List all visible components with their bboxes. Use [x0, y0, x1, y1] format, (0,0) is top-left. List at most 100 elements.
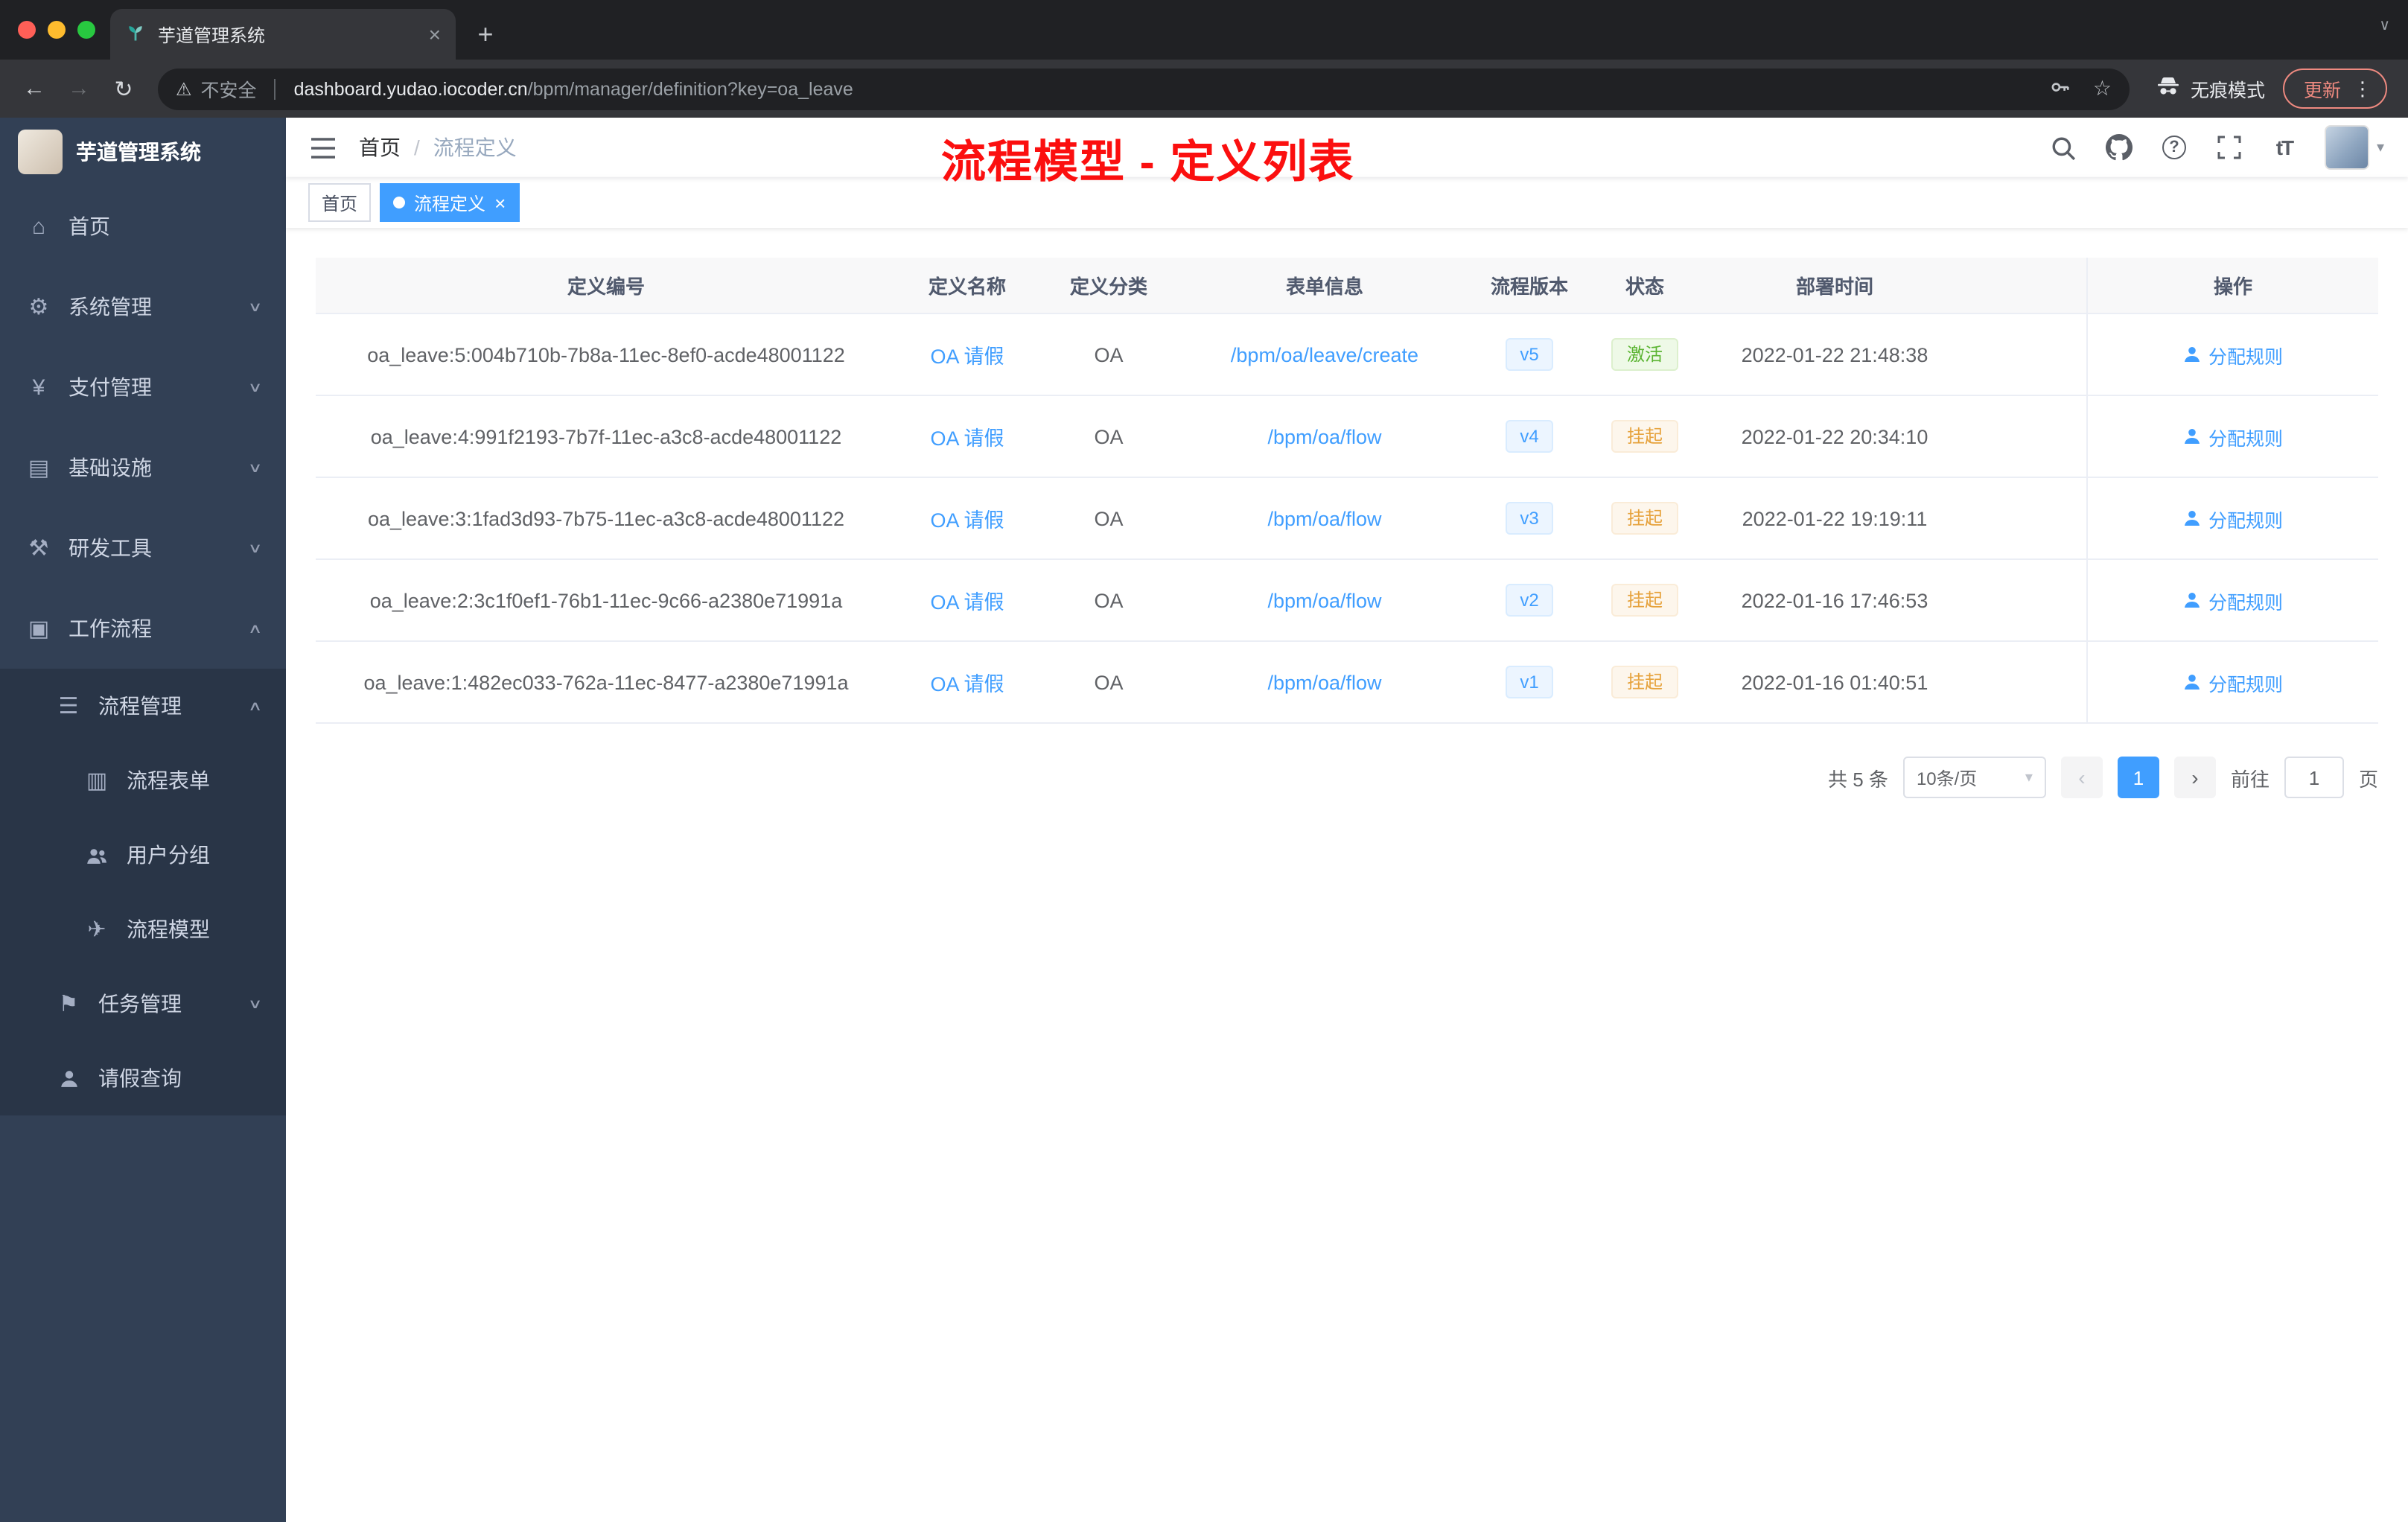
help-icon[interactable]: ?: [2159, 133, 2189, 162]
assign-rule-button[interactable]: 分配规则: [2183, 586, 2283, 614]
browser-menu-icon[interactable]: ⋮: [2353, 77, 2372, 101]
sidebar-logo[interactable]: 芋道管理系统: [0, 118, 286, 186]
table-row: oa_leave:3:1fad3d93-7b75-11ec-a3c8-acde4…: [316, 478, 2378, 560]
sidebar-item-process-management[interactable]: ☰ 流程管理 ∧: [0, 669, 286, 743]
new-tab-button[interactable]: +: [465, 13, 506, 55]
definition-id: oa_leave:4:991f2193-7b7f-11ec-a3c8-acde4…: [370, 425, 842, 448]
reload-button[interactable]: ↻: [104, 69, 143, 108]
maximize-window-button[interactable]: [77, 21, 95, 39]
status-badge: 挂起: [1611, 666, 1678, 698]
back-button[interactable]: ←: [15, 69, 54, 108]
assign-rule-button[interactable]: 分配规则: [2183, 668, 2283, 696]
column-header: 部署时间: [1795, 276, 1873, 298]
sidebar-item-label: 基础设施: [69, 456, 152, 480]
sidebar-item-process-form[interactable]: ▥ 流程表单: [0, 743, 286, 818]
address-bar[interactable]: ⚠ 不安全 dashboard.yudao.iocoder.cn/bpm/man…: [158, 68, 2130, 109]
user-avatar-menu[interactable]: ▾: [2324, 125, 2384, 170]
form-link[interactable]: /bpm/oa/leave/create: [1231, 343, 1418, 366]
incognito-icon: [2156, 74, 2180, 103]
sidebar-item-label: 首页: [69, 214, 110, 238]
definition-name-link[interactable]: OA 请假: [930, 591, 1004, 614]
sidebar-item-home[interactable]: ⌂ 首页: [0, 186, 286, 267]
tab-close-icon[interactable]: ×: [429, 22, 441, 46]
tab-search-icon[interactable]: ∨: [2379, 18, 2390, 34]
yen-icon: ¥: [32, 375, 45, 400]
bookmark-star-icon[interactable]: ☆: [2093, 76, 2112, 101]
definition-name-link[interactable]: OA 请假: [930, 509, 1004, 532]
table-row: oa_leave:4:991f2193-7b7f-11ec-a3c8-acde4…: [316, 396, 2378, 478]
assign-rule-button[interactable]: 分配规则: [2183, 504, 2283, 532]
next-page-button[interactable]: ›: [2173, 757, 2216, 798]
definition-name-link[interactable]: OA 请假: [930, 427, 1004, 450]
definition-name-link[interactable]: OA 请假: [930, 673, 1004, 695]
breadcrumb-home[interactable]: 首页: [359, 133, 401, 162]
sidebar-item-label: 流程管理: [98, 694, 182, 718]
breadcrumb-separator: /: [414, 136, 420, 159]
column-header: 定义分类: [1069, 276, 1147, 298]
sidebar-item-label: 流程模型: [127, 917, 210, 941]
security-warning-icon: ⚠: [176, 78, 192, 99]
fixed-column-divider: [1969, 560, 2088, 640]
collapse-sidebar-icon[interactable]: [310, 136, 337, 159]
column-header: 流程版本: [1490, 276, 1568, 298]
definition-id: oa_leave:3:1fad3d93-7b75-11ec-a3c8-acde4…: [367, 507, 844, 529]
sidebar-item-devtools[interactable]: ⚒ 研发工具 ∨: [0, 508, 286, 588]
font-size-icon[interactable]: tT: [2270, 133, 2299, 162]
sidebar-item-infrastructure[interactable]: ▤ 基础设施 ∨: [0, 427, 286, 508]
page-number-button[interactable]: 1: [2117, 757, 2159, 798]
github-icon[interactable]: [2104, 133, 2134, 162]
pagination-total: 共 5 条: [1828, 768, 1888, 790]
sidebar-item-process-model[interactable]: ✈ 流程模型: [0, 892, 286, 967]
definition-category: OA: [1094, 425, 1124, 448]
tag-close-icon[interactable]: ×: [494, 193, 506, 212]
tag-process-definition[interactable]: 流程定义 ×: [380, 183, 520, 222]
fixed-column-divider: [1969, 258, 2088, 313]
forward-button[interactable]: →: [60, 69, 98, 108]
search-icon[interactable]: [2049, 133, 2079, 162]
assign-rule-button[interactable]: 分配规则: [2183, 340, 2283, 369]
sidebar-item-payment[interactable]: ¥ 支付管理 ∨: [0, 347, 286, 427]
form-link[interactable]: /bpm/oa/flow: [1267, 425, 1381, 448]
assign-rule-label: 分配规则: [2208, 510, 2283, 531]
update-button[interactable]: 更新 ⋮: [2282, 69, 2387, 109]
pagination: 共 5 条 10条/页 ▾ ‹ 1 › 前往 页: [316, 757, 2378, 798]
url-host: dashboard.yudao.iocoder.cn: [293, 78, 528, 99]
form-link[interactable]: /bpm/oa/flow: [1267, 671, 1381, 693]
chevron-up-icon: ∧: [248, 620, 264, 635]
security-warning-label[interactable]: 不安全: [201, 74, 257, 103]
password-key-icon[interactable]: [2050, 75, 2072, 102]
form-link[interactable]: /bpm/oa/flow: [1267, 589, 1381, 611]
browser-tab[interactable]: 芋道管理系统 ×: [110, 9, 456, 60]
assign-rule-label: 分配规则: [2208, 346, 2283, 367]
assign-rule-label: 分配规则: [2208, 674, 2283, 695]
sidebar-item-leave-query[interactable]: 请假查询: [0, 1041, 286, 1115]
table-row: oa_leave:2:3c1f0ef1-76b1-11ec-9c66-a2380…: [316, 560, 2378, 642]
sidebar-item-user-group[interactable]: 用户分组: [0, 818, 286, 892]
column-header: 操作: [2213, 276, 2252, 298]
home-icon: ⌂: [31, 214, 46, 239]
goto-unit: 页: [2358, 768, 2378, 790]
minimize-window-button[interactable]: [48, 21, 66, 39]
fullscreen-icon[interactable]: [2214, 133, 2244, 162]
table-row: oa_leave:5:004b710b-7b8a-11ec-8ef0-acde4…: [316, 314, 2378, 396]
close-window-button[interactable]: [18, 21, 36, 39]
page-size-select[interactable]: 10条/页 ▾: [1902, 757, 2046, 798]
sidebar-item-workflow[interactable]: ▣ 工作流程 ∧: [0, 588, 286, 669]
definition-id: oa_leave:5:004b710b-7b8a-11ec-8ef0-acde4…: [367, 343, 845, 366]
prev-page-button[interactable]: ‹: [2060, 757, 2103, 798]
tab-strip: 芋道管理系统 × + ∨: [0, 0, 2408, 60]
tags-view: 首页 流程定义 ×: [286, 177, 2408, 228]
fixed-column-divider: [1969, 478, 2088, 558]
caret-down-icon: ▾: [2376, 139, 2384, 156]
column-header: 定义编号: [567, 276, 645, 298]
sidebar-item-system[interactable]: ⚙ 系统管理 ∨: [0, 267, 286, 347]
sidebar-item-label: 请假查询: [98, 1066, 182, 1090]
sidebar-item-task-management[interactable]: ⚑ 任务管理 ∨: [0, 967, 286, 1041]
form-link[interactable]: /bpm/oa/flow: [1267, 507, 1381, 529]
definition-id: oa_leave:2:3c1f0ef1-76b1-11ec-9c66-a2380…: [369, 589, 843, 611]
goto-page-input[interactable]: [2284, 757, 2344, 798]
definition-name-link[interactable]: OA 请假: [930, 346, 1004, 368]
assign-rule-button[interactable]: 分配规则: [2183, 422, 2283, 450]
tag-home[interactable]: 首页: [308, 183, 372, 222]
version-badge: v3: [1505, 502, 1554, 535]
